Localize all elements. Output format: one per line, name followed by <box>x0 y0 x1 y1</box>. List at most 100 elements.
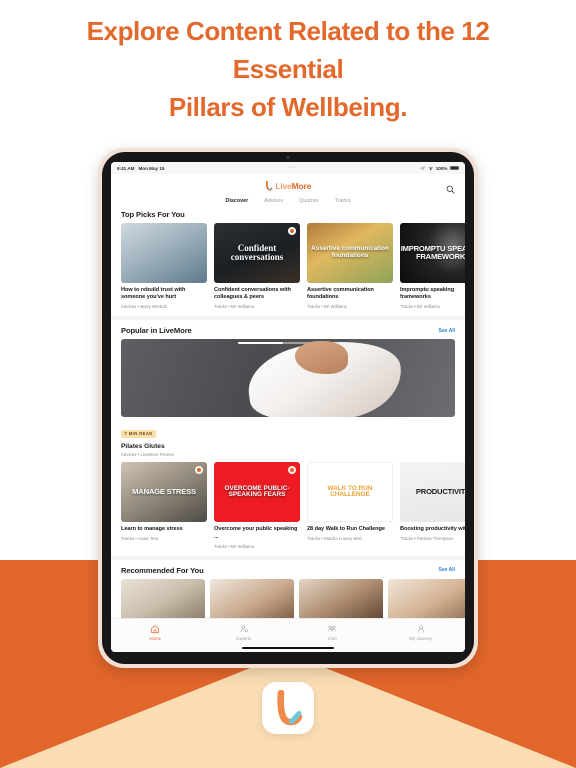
headline-line-3: Pillars of Wellbeing. <box>168 92 408 122</box>
card-title: Assertive communication foundations <box>307 287 374 301</box>
promo-screenshot: Explore Content Related to the 12 Essent… <box>0 0 576 768</box>
featured-title: Pilates Glutes <box>121 443 165 451</box>
card-thumbnail <box>121 223 207 283</box>
tab-my-journey[interactable]: My Journey <box>377 624 466 641</box>
experts-icon <box>240 625 248 633</box>
tablet-device: 9:41 AM Mon May 15 ··· 100% LiveMore Dis… <box>98 148 478 668</box>
bookmark-icon[interactable] <box>288 466 296 475</box>
card-subtitle: Tracks • Bri Williams <box>307 304 347 310</box>
content-card[interactable]: Assertive communication foundations Asse… <box>307 223 393 309</box>
content-card[interactable]: IMPROMPTU SPEAKING FRAMEWORKS Impromptu … <box>400 223 465 309</box>
section-header-top-picks: Top Picks For You <box>111 204 465 223</box>
card-thumbnail: PRODUCTIVITY <box>400 462 465 523</box>
recommended-card[interactable] <box>388 578 465 618</box>
section-title: Popular in LiveMore <box>121 326 192 336</box>
battery-icon <box>450 165 459 171</box>
brand-logo: LiveMore <box>265 181 311 191</box>
section-header-popular: Popular in LiveMore See All <box>111 320 465 339</box>
section-title: Top Picks For You <box>121 210 185 219</box>
card-art-text: OVERCOME PUBLIC-SPEAKING FEARS <box>224 484 290 499</box>
card-title: Boosting productivity with ... <box>400 526 465 533</box>
card-title: How to rebuild trust with someone you've… <box>121 287 186 301</box>
status-date: Mon May 15 <box>138 165 165 171</box>
card-subtitle: Tracks • Martha Lourey-Bird <box>307 536 362 542</box>
multitask-dots-icon[interactable]: ··· <box>288 165 296 171</box>
headline-line-1: Explore Content Related to the 12 <box>86 16 490 46</box>
card-art-text: IMPROMPTU SPEAKING FRAMEWORKS <box>400 244 465 261</box>
tab-home[interactable]: Home <box>111 624 200 641</box>
headline-block: Explore Content Related to the 12 Essent… <box>0 0 576 146</box>
section-title: Recommended For You <box>121 565 204 575</box>
card-subtitle: Tracks • Bri Williams <box>214 304 254 310</box>
home-indicator <box>242 646 334 649</box>
status-time: 9:41 AM <box>117 165 135 171</box>
person-icon <box>417 625 425 633</box>
bookmark-icon[interactable] <box>288 227 296 235</box>
content-card[interactable]: How to rebuild trust with someone you've… <box>121 223 207 309</box>
tab-label: Club <box>327 636 337 641</box>
recommended-card[interactable] <box>299 578 383 618</box>
card-thumbnail: Assertive communication foundations <box>307 223 393 283</box>
ios-status-bar: 9:41 AM Mon May 15 ··· 100% <box>111 162 465 174</box>
brand-name-bold: More <box>291 181 312 191</box>
tab-experts[interactable]: Experts <box>200 624 289 641</box>
livemore-app-icon <box>262 682 314 734</box>
battery-percent: 100% <box>435 165 448 171</box>
card-subtitle: Advices • Barry Winbolt <box>121 304 167 310</box>
card-thumbnail: WALK TO RUN CHALLENGE <box>307 462 393 523</box>
home-icon <box>151 625 160 634</box>
card-thumbnail: Confident conversations <box>214 223 300 283</box>
card-thumbnail: IMPROMPTU SPEAKING FRAMEWORKS <box>400 223 465 283</box>
featured-banner[interactable] <box>121 339 455 418</box>
club-icon <box>327 625 337 632</box>
recommended-rail[interactable] <box>111 578 465 618</box>
popular-rail[interactable]: MANAGE STRESS Learn to manage stress Tra… <box>111 462 465 549</box>
wifi-icon <box>428 166 433 170</box>
brand-name-light: Live <box>275 181 292 191</box>
card-art-text: Assertive communication foundations <box>311 245 389 259</box>
tab-label: My Journey <box>409 636 433 641</box>
content-card[interactable]: OVERCOME PUBLIC-SPEAKING FEARS Overcome … <box>214 462 300 549</box>
brand-row: LiveMore <box>121 179 455 194</box>
card-art-text: Confident conversations <box>230 242 284 262</box>
bottom-tab-bar: Home Experts Club My Journey <box>111 618 465 652</box>
card-subtitle: Tracks • Anais Test <box>121 536 158 542</box>
tab-club[interactable]: Club <box>288 624 377 641</box>
content-card[interactable]: PRODUCTIVITY Boosting productivity with … <box>400 462 465 548</box>
see-all-link[interactable]: See All <box>439 567 456 573</box>
card-thumbnail: OVERCOME PUBLIC-SPEAKING FEARS <box>214 462 300 523</box>
card-art-text: PRODUCTIVITY <box>415 487 465 497</box>
card-title: Impromptu speaking frameworks <box>400 287 455 301</box>
recommended-card[interactable] <box>210 578 294 618</box>
featured-meta: 7 MIN READ Pilates Glutes Advices • Live… <box>111 417 465 457</box>
app-header: LiveMore Discover Advices Quizzes Tracks <box>111 174 465 208</box>
content-card[interactable]: WALK TO RUN CHALLENGE 28 day Walk to Run… <box>307 462 393 548</box>
brand-text: LiveMore <box>275 181 311 191</box>
tablet-screen: 9:41 AM Mon May 15 ··· 100% LiveMore Dis… <box>111 162 465 652</box>
read-time-badge: 7 MIN READ <box>121 429 157 438</box>
section-header-recommended: Recommended For You See All <box>111 560 465 579</box>
tab-label: Experts <box>236 636 252 641</box>
card-title: Learn to manage stress <box>121 526 183 533</box>
card-title: Overcome your public speaking ... <box>214 526 298 540</box>
card-title: Confident conversations with colleagues … <box>214 287 291 301</box>
status-bar-right: 100% <box>420 166 459 171</box>
top-picks-rail[interactable]: How to rebuild trust with someone you've… <box>111 223 465 309</box>
card-subtitle: Tracks • Patricia Thompson <box>400 536 454 542</box>
tab-label: Home <box>149 636 162 641</box>
tablet-bezel: 9:41 AM Mon May 15 ··· 100% LiveMore Dis… <box>102 152 474 664</box>
scroll-content[interactable]: Top Picks For You How to rebuild trust w… <box>111 204 465 618</box>
card-subtitle: Tracks • Bri Williams <box>214 543 254 549</box>
card-art-text: WALK TO RUN CHALLENGE <box>327 484 373 499</box>
card-subtitle: Tracks • Bri Williams <box>400 304 440 310</box>
content-card[interactable]: MANAGE STRESS Learn to manage stress Tra… <box>121 462 207 548</box>
recommended-card[interactable] <box>121 578 205 618</box>
camera-dot-icon <box>286 156 290 159</box>
content-card[interactable]: Confident conversations Confident conver… <box>214 223 300 309</box>
bookmark-icon[interactable] <box>195 466 203 475</box>
see-all-link[interactable]: See All <box>439 328 456 334</box>
search-icon[interactable] <box>446 181 455 194</box>
livemore-logo-icon <box>265 181 273 191</box>
card-thumbnail: MANAGE STRESS <box>121 462 207 523</box>
card-title: 28 day Walk to Run Challenge <box>307 526 385 533</box>
